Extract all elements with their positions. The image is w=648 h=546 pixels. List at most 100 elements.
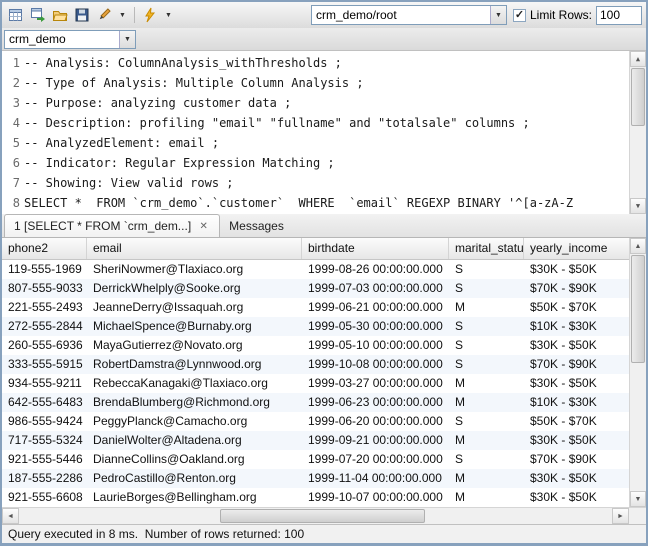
edit-dropdown-icon[interactable]: ▼ [116,12,129,19]
cell: S [449,355,524,374]
scroll-up-icon[interactable]: ▲ [630,51,646,67]
column-header-yearly_income[interactable]: yearly_income [524,238,629,259]
table-row[interactable]: 986-555-9424PeggyPlanck@Camacho.org1999-… [2,412,629,431]
limit-rows-checkbox[interactable]: ✓ [513,9,526,22]
line-number: 3 [2,93,20,113]
table-row[interactable]: 119-555-1969SheriNowmer@Tlaxiaco.org1999… [2,260,629,279]
cell: $30K - $50K [524,336,629,355]
line-number: 2 [2,73,20,93]
save-icon[interactable] [72,5,92,25]
line-number: 6 [2,153,20,173]
horizontal-scrollbar-thumb[interactable] [220,509,425,523]
cell: 260-555-6936 [2,336,87,355]
cell: 1999-06-21 00:00:00.000 [302,298,449,317]
toolbar-right-group: crm_demo/root ▼ ✓ Limit Rows: [311,5,642,25]
cell: MichaelSpence@Burnaby.org [87,317,302,336]
column-header-birthdate[interactable]: birthdate [302,238,449,259]
cell: 1999-09-21 00:00:00.000 [302,431,449,450]
cell: 1999-05-10 00:00:00.000 [302,336,449,355]
code-line: -- AnalyzedElement: email ; [24,133,646,153]
edit-icon[interactable] [94,5,114,25]
cell: 119-555-1969 [2,260,87,279]
line-number-gutter: 12345678 [2,51,24,214]
cell: LaurieBorges@Bellingham.org [87,488,302,507]
table-row[interactable]: 807-555-9033DerrickWhelply@Sooke.org1999… [2,279,629,298]
column-header-phone2[interactable]: phone2 [2,238,87,259]
execute-icon[interactable] [140,5,160,25]
limit-rows-input[interactable] [596,6,642,25]
sql-editor-window: ▼ ▼ crm_demo/root ▼ ✓ Limit Rows: crm_de… [0,0,648,546]
cell: $10K - $30K [524,393,629,412]
table-row[interactable]: 333-555-5915RobertDamstra@Lynnwood.org19… [2,355,629,374]
column-header-marital_status[interactable]: marital_status [449,238,524,259]
limit-rows-label: Limit Rows: [530,8,592,22]
cell: S [449,279,524,298]
results-scrollbar-thumb[interactable] [631,255,645,363]
code-line: -- Purpose: analyzing customer data ; [24,93,646,113]
code-area[interactable]: -- Analysis: ColumnAnalysis_withThreshol… [24,51,646,214]
chevron-down-icon[interactable]: ▼ [119,31,135,48]
table-row[interactable]: 934-555-9211RebeccaKanagaki@Tlaxiaco.org… [2,374,629,393]
cell: RebeccaKanagaki@Tlaxiaco.org [87,374,302,393]
toolbar-separator [134,7,135,23]
scroll-down-icon[interactable]: ▼ [630,491,646,507]
results-vertical-scrollbar[interactable]: ▲ ▼ [629,238,646,507]
cell: S [449,317,524,336]
cell: 1999-11-04 00:00:00.000 [302,469,449,488]
limit-rows-group: ✓ Limit Rows: [513,6,642,25]
line-number: 1 [2,53,20,73]
connection-combo[interactable]: crm_demo/root ▼ [311,5,507,25]
database-toolbar: crm_demo ▼ [2,28,646,50]
table-row[interactable]: 921-555-6608LaurieBorges@Bellingham.org1… [2,488,629,507]
cell: M [449,374,524,393]
table-row[interactable]: 921-555-5446DianneCollins@Oakland.org199… [2,450,629,469]
cell: RobertDamstra@Lynnwood.org [87,355,302,374]
results-horizontal-scrollbar[interactable]: ◄ ► [2,507,646,524]
cell: $50K - $70K [524,298,629,317]
table-row[interactable]: 272-555-2844MichaelSpence@Burnaby.org199… [2,317,629,336]
cell: M [449,298,524,317]
cell: 807-555-9033 [2,279,87,298]
cell: M [449,469,524,488]
scroll-right-icon[interactable]: ► [612,508,629,524]
database-combo[interactable]: crm_demo ▼ [4,30,136,49]
cell: M [449,393,524,412]
cell: 333-555-5915 [2,355,87,374]
table-row[interactable]: 187-555-2286PedroCastillo@Renton.org1999… [2,469,629,488]
scroll-down-icon[interactable]: ▼ [630,198,646,214]
editor-scrollbar-thumb[interactable] [631,68,645,126]
cell: 717-555-5324 [2,431,87,450]
cell: DanielWolter@Altadena.org [87,431,302,450]
line-number: 7 [2,173,20,193]
cell: 642-555-6483 [2,393,87,412]
line-number: 5 [2,133,20,153]
cell: $30K - $50K [524,260,629,279]
tab-messages[interactable]: Messages [220,214,293,237]
scroll-up-icon[interactable]: ▲ [630,238,646,254]
sql-editor[interactable]: 12345678 -- Analysis: ColumnAnalysis_wit… [2,50,646,214]
editor-vertical-scrollbar[interactable]: ▲ ▼ [629,51,646,214]
results-header-row: phone2emailbirthdatemarital_statusyearly… [2,238,629,260]
main-toolbar: ▼ ▼ crm_demo/root ▼ ✓ Limit Rows: [2,2,646,28]
table-row[interactable]: 260-555-6936MayaGutierrez@Novato.org1999… [2,336,629,355]
table-row[interactable]: 221-555-2493JeanneDerry@Issaquah.org1999… [2,298,629,317]
column-header-email[interactable]: email [87,238,302,259]
tab-result-1[interactable]: 1 [SELECT * FROM `crm_dem...] ✕ [4,214,220,237]
table-row[interactable]: 642-555-6483BrendaBlumberg@Richmond.org1… [2,393,629,412]
export-table-icon[interactable] [28,5,48,25]
tab-label: Messages [229,219,284,233]
chevron-down-icon[interactable]: ▼ [490,6,506,24]
open-folder-icon[interactable] [50,5,70,25]
cell: 1999-07-03 00:00:00.000 [302,279,449,298]
cell: PedroCastillo@Renton.org [87,469,302,488]
line-number: 8 [2,193,20,213]
tab-close-icon[interactable]: ✕ [197,220,210,233]
new-sql-editor-icon[interactable] [6,5,26,25]
execute-dropdown-icon[interactable]: ▼ [162,12,175,19]
table-row[interactable]: 717-555-5324DanielWolter@Altadena.org199… [2,431,629,450]
connection-combo-value: crm_demo/root [312,8,490,22]
scroll-left-icon[interactable]: ◄ [2,508,19,524]
cell: 1999-07-20 00:00:00.000 [302,450,449,469]
code-line: -- Description: profiling "email" "fulln… [24,113,646,133]
cell: $70K - $90K [524,279,629,298]
